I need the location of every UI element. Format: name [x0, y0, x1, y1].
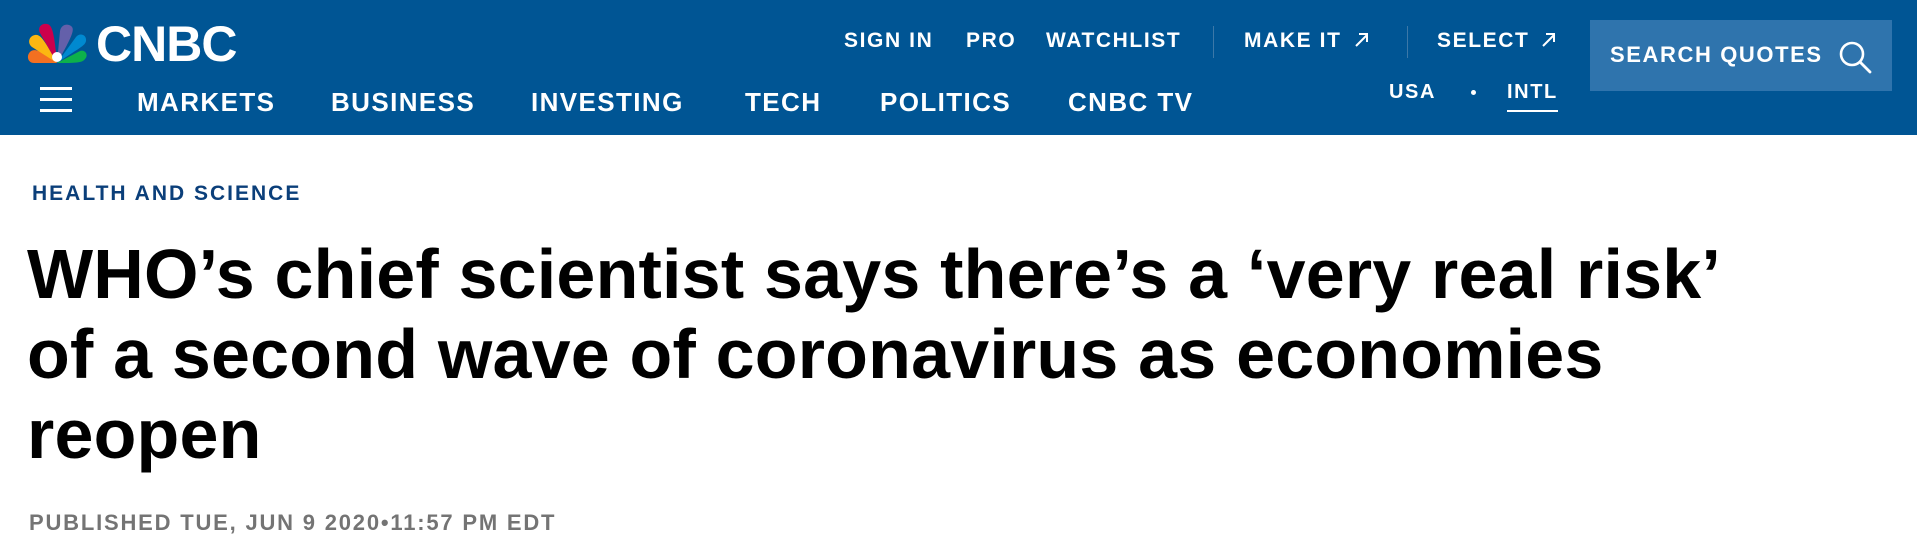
select-link[interactable]: SELECT	[1437, 26, 1557, 58]
external-link-icon	[1352, 28, 1370, 58]
top-links: SIGN IN PRO WATCHLIST MAKE IT SELECT	[0, 26, 1580, 58]
make-it-link[interactable]: MAKE IT	[1244, 26, 1370, 58]
search-quotes-button[interactable]: SEARCH QUOTES	[1590, 20, 1892, 91]
site-header: CNBC SIGN IN PRO WATCHLIST MAKE IT SELEC…	[0, 0, 1917, 135]
nav-item-politics[interactable]: POLITICS	[880, 84, 1011, 120]
published-timestamp: PUBLISHED TUE, JUN 9 2020•11:57 PM EDT	[29, 510, 557, 535]
region-usa[interactable]: USA	[1389, 78, 1436, 106]
watchlist-link[interactable]: WATCHLIST	[1046, 26, 1181, 56]
nav-item-business[interactable]: BUSINESS	[331, 84, 475, 120]
external-link-icon	[1539, 28, 1557, 58]
select-label: SELECT	[1437, 29, 1530, 52]
search-quotes-label: SEARCH QUOTES	[1610, 42, 1823, 67]
nav-item-cnbc-tv[interactable]: CNBC TV	[1068, 84, 1193, 120]
region-separator-dot	[1471, 90, 1476, 95]
region-intl[interactable]: INTL	[1507, 78, 1558, 112]
search-icon	[1837, 39, 1873, 80]
top-nav-divider	[1213, 26, 1214, 58]
pro-link[interactable]: PRO	[966, 26, 1016, 56]
sign-in-link[interactable]: SIGN IN	[844, 26, 933, 56]
section-link[interactable]: HEALTH AND SCIENCE	[32, 180, 301, 208]
article-headline: WHO’s chief scientist says there’s a ‘ve…	[27, 235, 1718, 473]
main-nav: MARKETS BUSINESS INVESTING TECH POLITICS…	[0, 84, 1200, 120]
top-nav-divider	[1407, 26, 1408, 58]
nav-item-investing[interactable]: INVESTING	[531, 84, 684, 120]
nav-item-tech[interactable]: TECH	[745, 84, 821, 120]
nav-item-markets[interactable]: MARKETS	[137, 84, 275, 120]
make-it-label: MAKE IT	[1244, 29, 1342, 52]
